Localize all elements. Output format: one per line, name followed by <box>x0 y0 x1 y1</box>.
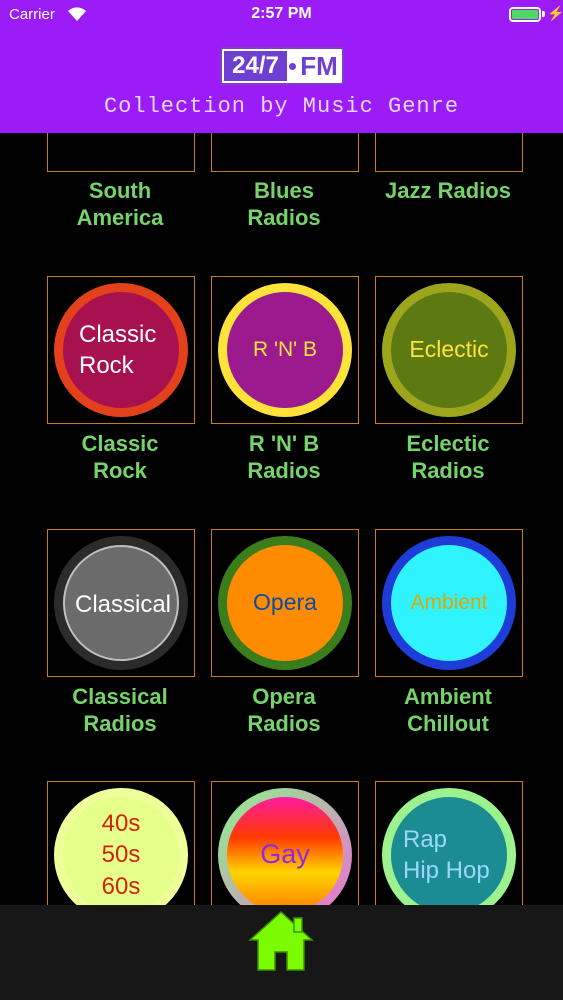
genre-tile-eclectic[interactable]: Eclectic <box>375 276 523 424</box>
battery-icon <box>509 7 541 22</box>
disc-label: Classical <box>74 591 172 619</box>
disc-label: Hip Hop <box>403 857 490 884</box>
genre-caption: Opera Radios <box>247 684 321 736</box>
genre-caption: Classical Radios <box>72 684 168 736</box>
rnb-disc: R 'N' B <box>218 283 352 417</box>
status-time: 2:57 PM <box>251 5 312 22</box>
genre-caption: Jazz Radios <box>385 178 511 203</box>
ambient-disc: Ambient <box>382 536 516 670</box>
bottom-bar <box>0 905 563 1000</box>
battery-tip <box>542 11 545 17</box>
genre-caption: Blues Radios <box>247 178 321 230</box>
disc-label: 40s <box>101 810 141 838</box>
app-header: Carrier 2:57 PM ⚡ 24/7 FM Collection by … <box>0 0 563 133</box>
classic-rock-disc: Classic Rock <box>54 283 188 417</box>
app-logo: 24/7 FM <box>220 47 344 85</box>
charging-bolt-icon: ⚡ <box>547 5 563 21</box>
disc-label: Ambient <box>410 591 488 615</box>
genre-caption: R 'N' B Radios <box>247 431 321 483</box>
genre-tile-opera[interactable]: Opera <box>211 529 359 677</box>
genre-caption: Eclectic Radios <box>406 431 490 483</box>
opera-disc: Opera <box>218 536 352 670</box>
disc-label: R 'N' B <box>252 338 318 362</box>
logo-dot <box>289 63 296 70</box>
disc-label: 60s <box>101 872 141 900</box>
genre-tile-classical[interactable]: Classical <box>47 529 195 677</box>
home-icon[interactable] <box>248 910 314 972</box>
disc-label: Opera <box>253 589 317 616</box>
genre-caption: Classic Rock <box>81 431 159 483</box>
rap-disc: Rap Hip Hop <box>382 788 516 922</box>
genre-caption: South America <box>76 178 164 230</box>
logo-text-left: 24/7 <box>224 51 287 81</box>
disc-label: Rock <box>79 352 134 379</box>
eclectic-disc: Eclectic <box>382 283 516 417</box>
page-subtitle: Collection by Music Genre <box>103 94 460 119</box>
status-bar: Carrier 2:57 PM ⚡ <box>0 0 563 30</box>
genre-tile-ambient[interactable]: Ambient <box>375 529 523 677</box>
genre-grid: South America Blues Radios Jazz Radios Cla… <box>0 0 563 1000</box>
disc-label: 50s <box>101 841 141 869</box>
genre-caption: Ambient Chillout <box>404 684 492 736</box>
disc-label: Classic <box>79 320 157 348</box>
genre-tile-rnb[interactable]: R 'N' B <box>211 276 359 424</box>
logo-text-right: FM <box>300 51 338 81</box>
disc-label: Rap <box>403 825 448 853</box>
disc-label: Eclectic <box>409 336 489 363</box>
genre-tile-classic-rock[interactable]: Classic Rock <box>47 276 195 424</box>
gay-disc: Gay <box>218 788 352 922</box>
disc-label: Gay <box>260 839 310 870</box>
classical-disc: Classical <box>54 536 188 670</box>
oldies-disc: 40s 50s 60s <box>54 788 188 922</box>
